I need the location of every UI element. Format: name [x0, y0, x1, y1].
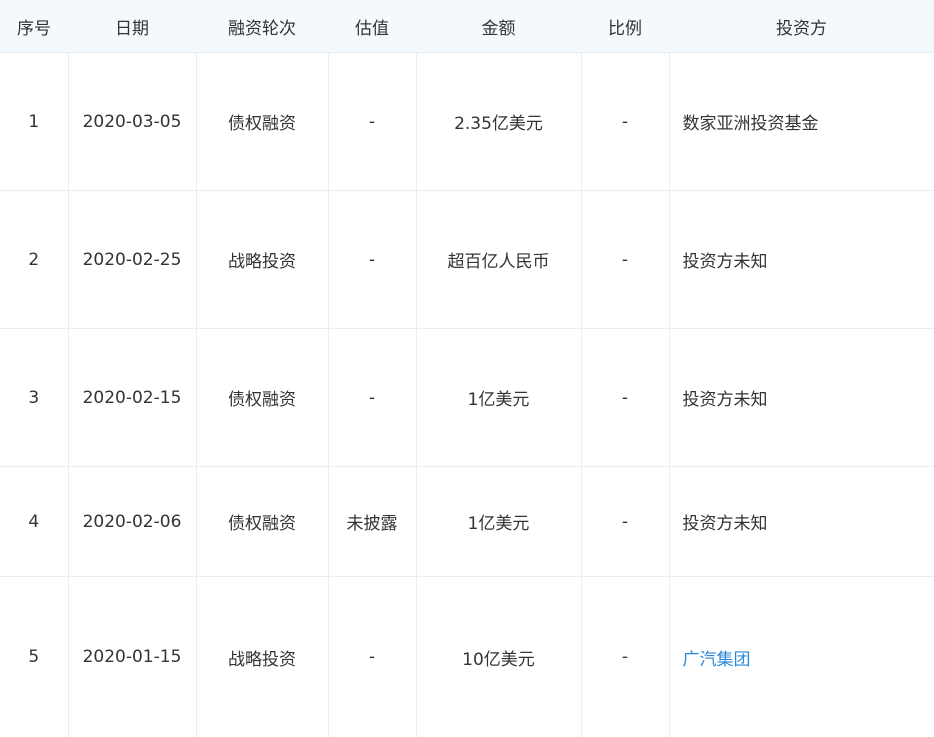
- cell-investor: 投资方未知: [668, 466, 934, 577]
- header-ratio: 比例: [581, 0, 669, 53]
- cell-index: 4: [0, 466, 68, 577]
- investor-link-gac-group[interactable]: 广汽集团: [683, 650, 751, 670]
- cell-index: 2: [0, 190, 68, 329]
- cell-amount: 1亿美元: [415, 466, 581, 577]
- header-valuation: 估值: [328, 0, 416, 53]
- cell-index: 5: [28, 647, 40, 667]
- cell-amount: 超百亿人民币: [415, 190, 581, 329]
- cell-ratio: -: [580, 466, 669, 577]
- table-row: 5 2020-01-15 战略投资 - 10亿美元 - 广汽集团: [0, 576, 934, 737]
- cell-ratio: -: [580, 576, 669, 737]
- cell-valuation: 未披露: [327, 466, 416, 577]
- table-header: 序号 日期 融资轮次 估值 金额 比例 投资方: [0, 0, 934, 53]
- cell-amount: 1亿美元: [415, 328, 581, 467]
- header-row: 序号 日期 融资轮次 估值 金额 比例 投资方: [0, 0, 934, 53]
- header-amount: 金额: [416, 0, 581, 53]
- cell-round: 战略投资: [195, 576, 328, 737]
- cell-investor: 投资方未知: [668, 328, 934, 467]
- cell-date: 2020-03-05: [67, 52, 196, 191]
- cell-amount: 10亿美元: [415, 576, 581, 737]
- header-round: 融资轮次: [196, 0, 328, 53]
- funding-table: 序号 日期 融资轮次 估值 金额 比例 投资方 1 2020-03-05 债权融…: [0, 0, 934, 737]
- cell-date: 2020-01-15: [67, 576, 196, 737]
- table-row: 4 2020-02-06 债权融资 未披露 1亿美元 - 投资方未知: [0, 466, 934, 577]
- cell-ratio: -: [580, 328, 669, 467]
- cell-index: 3: [0, 328, 68, 467]
- cell-investor: 投资方未知: [668, 190, 934, 329]
- cell-date: 2020-02-15: [67, 328, 196, 467]
- cell-round: 战略投资: [195, 190, 328, 329]
- cell-ratio: -: [580, 190, 669, 329]
- table-row: 1 2020-03-05 债权融资 - 2.35亿美元 - 数家亚洲投资基金: [0, 52, 934, 191]
- table-row: 3 2020-02-15 债权融资 - 1亿美元 - 投资方未知: [0, 328, 934, 467]
- cell-index: 1: [0, 52, 68, 191]
- cell-valuation: -: [327, 52, 416, 191]
- cell-amount: 2.35亿美元: [415, 52, 581, 191]
- table-row: 2 2020-02-25 战略投资 - 超百亿人民币 - 投资方未知: [0, 190, 934, 329]
- cell-date: 2020-02-25: [67, 190, 196, 329]
- cell-investor: 数家亚洲投资基金: [668, 52, 934, 191]
- cell-valuation: -: [327, 328, 416, 467]
- header-investor: 投资方: [669, 0, 934, 53]
- cell-round: 债权融资: [195, 466, 328, 577]
- header-index: 序号: [0, 0, 68, 53]
- cell-round: 债权融资: [195, 328, 328, 467]
- cell-valuation: -: [327, 190, 416, 329]
- header-date: 日期: [68, 0, 196, 53]
- table-body: 1 2020-03-05 债权融资 - 2.35亿美元 - 数家亚洲投资基金 2…: [0, 52, 934, 737]
- cell-date: 2020-02-06: [67, 466, 196, 577]
- cell-valuation: -: [327, 576, 416, 737]
- cell-investor: 广汽集团: [668, 576, 934, 737]
- cell-ratio: -: [580, 52, 669, 191]
- cell-round: 债权融资: [195, 52, 328, 191]
